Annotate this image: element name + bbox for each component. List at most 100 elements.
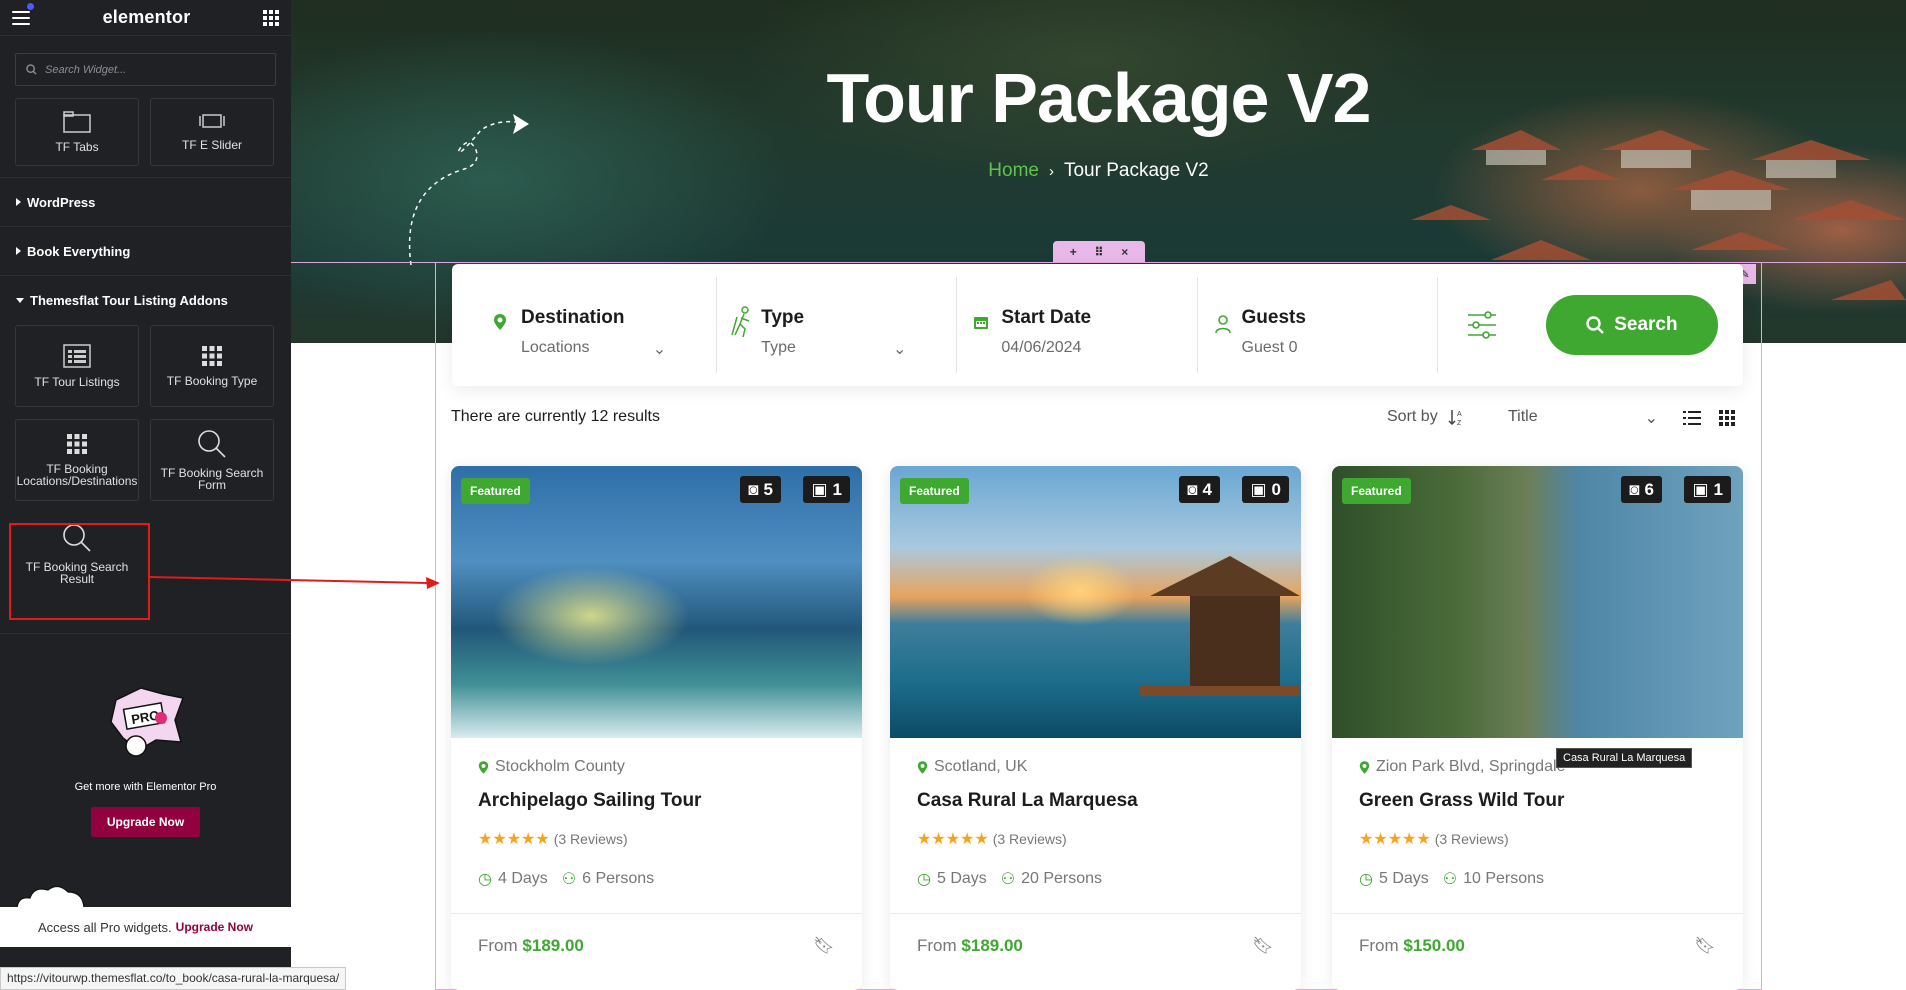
sort-by[interactable]: Sort by AZ: [1387, 408, 1466, 426]
app: elementor Search Widget... TF Tabs TF E …: [0, 0, 1906, 990]
card-meta: ◷ 4 Days ⚇ 6 Persons: [478, 869, 835, 889]
widget-search-input[interactable]: Search Widget...: [15, 53, 276, 86]
grid-view-icon[interactable]: [1719, 410, 1735, 426]
guests-value: Guest 0: [1241, 339, 1298, 356]
start-date-field[interactable]: Start Date 04/06/2024: [957, 277, 1198, 373]
type-field[interactable]: Type Type ⌄: [717, 277, 958, 373]
access-pro-bar: Access all Pro widgets. Upgrade Now: [0, 907, 291, 947]
card-title[interactable]: Archipelago Sailing Tour: [478, 790, 835, 812]
caret-right-icon: [16, 247, 21, 255]
pro-badge-icon: PRO: [109, 687, 184, 757]
widget-tf-tour-listings[interactable]: TF Tour Listings: [15, 325, 139, 407]
category-wordpress[interactable]: WordPress: [0, 178, 291, 227]
widget-label: TF Booking Type: [166, 374, 258, 388]
filter-sliders-icon: [1467, 311, 1496, 339]
card-title[interactable]: Casa Rural La Marquesa: [917, 790, 1274, 812]
chevron-down-icon: ⌄: [1644, 410, 1658, 427]
location-text: Scotland, UK: [934, 758, 1028, 775]
widget-label: TF Tabs: [55, 140, 99, 154]
category-label: WordPress: [27, 194, 96, 210]
price-value: $189.00: [961, 936, 1023, 955]
card-location: Scotland, UK: [917, 758, 1274, 776]
photo-count: ◙ 5: [740, 476, 781, 503]
menu-icon[interactable]: [12, 10, 30, 25]
card-meta: ◷ 5 Days ⚇ 20 Persons: [917, 869, 1274, 889]
access-text: Access all Pro widgets.: [37, 919, 172, 935]
page-canvas: Tour Package V2 Home › Tour Package V2 + ⠿…: [291, 0, 1906, 990]
list-view-icon[interactable]: [1683, 410, 1701, 426]
persons: ⚇ 10 Persons: [1443, 869, 1544, 889]
widget-tf-booking-type[interactable]: TF Booking Type: [150, 325, 274, 407]
persons-text: 6 Persons: [582, 870, 655, 887]
widget-label: TF Tour Listings: [34, 375, 120, 389]
tabs-icon: [63, 111, 91, 133]
widget-tf-booking-locations[interactable]: TF Booking Locations/Destinations: [15, 419, 139, 501]
sidebar-header: elementor: [0, 0, 291, 36]
tour-card[interactable]: Featured ◙ 4 ▣ 0 Scotland, UK Casa Rural L…: [890, 466, 1301, 990]
filter-button[interactable]: [1438, 309, 1526, 341]
widget-tf-e-slider[interactable]: TF E Slider: [150, 98, 274, 166]
tour-image[interactable]: Featured ◙ 5 ▣ 1: [451, 466, 862, 738]
add-section-icon[interactable]: +: [1070, 245, 1077, 259]
price-value: $150.00: [1403, 936, 1465, 955]
access-upgrade-link[interactable]: Upgrade Now: [176, 920, 253, 934]
tour-image[interactable]: Featured ◙ 4 ▣ 0: [890, 466, 1301, 738]
tour-card[interactable]: Featured ◙ 6 ▣ 1 Zion Park Blvd, Springdal…: [1332, 466, 1743, 990]
chevron-down-icon: ⌄: [892, 341, 907, 358]
tooltip: Casa Rural La Marquesa: [1556, 748, 1693, 768]
field-label: Guests: [1241, 307, 1306, 328]
card-title[interactable]: Green Grass Wild Tour: [1359, 790, 1716, 812]
bookmark-icon[interactable]: 🔖︎: [1252, 936, 1274, 956]
red-arrow-annotation: [150, 576, 440, 589]
featured-badge: Featured: [1342, 478, 1411, 504]
drag-handle-icon[interactable]: ⠿: [1094, 245, 1103, 259]
card-body: Stockholm County Archipelago Sailing Tou…: [451, 738, 862, 976]
section-outline: [291, 262, 1906, 263]
apps-grid-icon[interactable]: [262, 9, 279, 26]
elementor-logo: elementor: [102, 7, 191, 27]
persons-text: 20 Persons: [1021, 870, 1103, 887]
pro-promo: PRO Get more with Elementor Pro Upgrade …: [0, 680, 291, 837]
map-pin-icon: [917, 760, 928, 774]
reviews-count: (3 Reviews): [992, 831, 1067, 847]
widget-tf-tabs[interactable]: TF Tabs: [15, 98, 139, 166]
tour-card[interactable]: Featured ◙ 5 ▣ 1 Stockholm County Archipel…: [451, 466, 862, 990]
user-icon: [1214, 315, 1231, 334]
rating: ★★★★★ (3 Reviews): [917, 829, 1274, 849]
card-body: Scotland, UK Casa Rural La Marquesa ★★★★…: [890, 738, 1301, 976]
bookmark-icon[interactable]: 🔖︎: [1694, 936, 1716, 956]
map-pin-icon: [1359, 760, 1370, 774]
cloud-icon: [16, 885, 85, 910]
clock-icon: ◷: [917, 871, 931, 888]
pro-text: Get more with Elementor Pro: [74, 781, 217, 793]
video-count: ▣ 1: [1684, 476, 1731, 503]
category-book-everything[interactable]: Book Everything: [0, 227, 291, 276]
guests-field[interactable]: Guests Guest 0: [1198, 277, 1438, 373]
camera-icon: ◙: [1629, 479, 1640, 499]
sort-select[interactable]: Title ⌄: [1508, 408, 1658, 428]
featured-badge: Featured: [900, 478, 969, 504]
destination-value: Locations: [521, 339, 590, 356]
duration: ◷ 4 Days: [478, 869, 548, 889]
camera-icon: ◙: [1187, 479, 1198, 499]
sort-value: Title: [1508, 408, 1538, 425]
section-handle[interactable]: + ⠿ ×: [1053, 241, 1145, 262]
video-count-value: 0: [1271, 479, 1281, 499]
widget-tf-booking-search-form[interactable]: TF Booking Search Form: [150, 419, 274, 501]
destination-field[interactable]: Destination Locations ⌄: [477, 277, 718, 373]
star-icon: ★★★★★: [478, 831, 550, 848]
tour-image[interactable]: Featured ◙ 6 ▣ 1: [1332, 466, 1743, 738]
card-price: From $189.00 🔖︎: [478, 936, 835, 956]
persons-text: 10 Persons: [1463, 870, 1545, 887]
upgrade-now-button[interactable]: Upgrade Now: [90, 807, 201, 837]
search-icon: [198, 430, 226, 458]
chevron-down-icon: ⌄: [652, 341, 667, 358]
search-button[interactable]: Search: [1545, 295, 1719, 355]
rating: ★★★★★ (3 Reviews): [478, 829, 835, 849]
category-themesflat-addons[interactable]: Themesflat Tour Listing Addons: [0, 276, 291, 325]
breadcrumb-home[interactable]: Home: [988, 160, 1039, 181]
close-icon[interactable]: ×: [1121, 245, 1128, 259]
bookmark-icon[interactable]: 🔖︎: [813, 936, 835, 956]
reviews-count: (3 Reviews): [553, 831, 628, 847]
price-from: From: [917, 936, 957, 955]
